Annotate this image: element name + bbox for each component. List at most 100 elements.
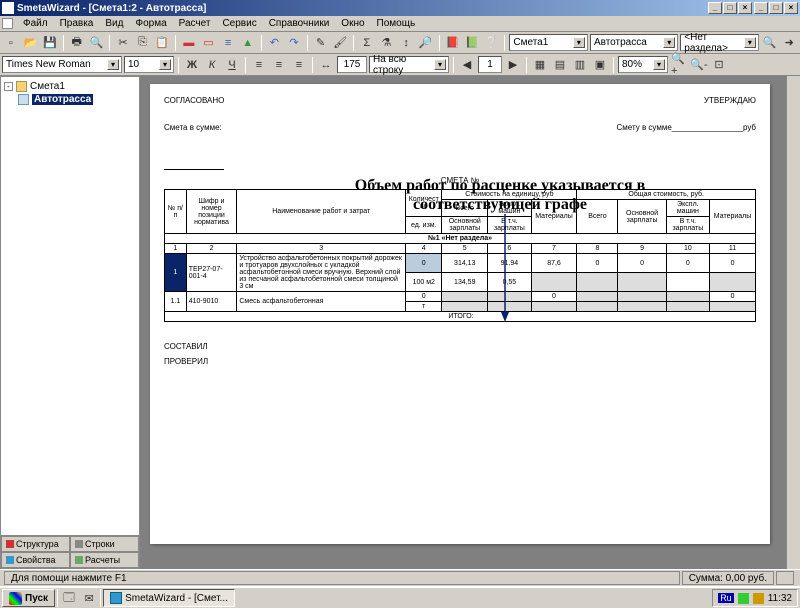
taskbar-app[interactable]: SmetaWizard - [Смет... [103,589,235,607]
cell-c9[interactable]: 0 [618,254,666,273]
goto-icon[interactable]: ➜ [780,34,798,52]
lang-indicator[interactable]: Ru [718,593,734,603]
tab-rows[interactable]: Строки [70,536,139,552]
cell-c8[interactable]: 0 [577,254,618,273]
next-icon[interactable]: ▶ [504,56,522,74]
menu-window[interactable]: Окно [335,17,370,30]
width-input[interactable] [337,56,367,73]
object-combo[interactable]: Автотрасса [590,34,678,51]
open-icon[interactable]: 📂 [22,34,40,52]
preview-icon[interactable]: 🔍 [88,34,106,52]
delete-row-icon[interactable]: ▭ [200,34,218,52]
width-mode-combo[interactable]: На всю строку [369,56,449,73]
underline-button[interactable]: Ч [223,56,241,74]
cell-c11[interactable]: 0 [710,292,756,302]
fontsize-combo[interactable]: 10 [124,56,174,73]
font-combo[interactable]: Times New Roman [2,56,122,73]
menu-edit[interactable]: Правка [54,17,100,30]
cell-unit[interactable]: 100 м2 [406,273,442,292]
clock[interactable]: 11:32 [768,593,792,604]
cell-qty[interactable]: 0 [406,254,442,273]
zoom-out-icon[interactable]: 🔍- [690,56,708,74]
tree-child[interactable]: Автотрасса [18,93,136,106]
dup-row-icon[interactable]: ≡ [219,34,237,52]
tab-props[interactable]: Свойства [1,552,70,568]
cut-icon[interactable]: ✂ [114,34,132,52]
find-icon[interactable]: 🔎 [417,34,435,52]
tray-icon[interactable] [738,593,749,604]
section-combo[interactable]: <Нет раздела> [680,34,759,51]
cell-name[interactable]: Устройство асфальтобетонных покрытий дор… [237,254,406,292]
cell-c5b[interactable]: 134,59 [442,273,488,292]
cell-code[interactable]: 410-9010 [186,292,237,312]
cell-qty[interactable]: 0 [406,292,442,302]
mdi-max[interactable]: □ [723,2,737,14]
cell-c7[interactable]: 0 [531,292,577,302]
cell-code[interactable]: ТЕР27-07-001-4 [186,254,237,292]
minimize-button[interactable]: _ [754,2,768,14]
help-icon[interactable]: ❔ [483,34,501,52]
sort-icon[interactable]: ↕ [397,34,415,52]
copy-icon[interactable]: ⎘ [134,34,152,52]
vertical-scrollbar[interactable] [786,76,800,569]
start-button[interactable]: Пуск [2,589,55,607]
document-area[interactable]: СОГЛАСОВАНО УТВЕРЖДАЮ Смета в сумме: Сме… [140,76,786,569]
cell-n[interactable]: 1 [165,254,187,292]
width-icon[interactable]: ↔ [317,56,335,74]
cell-unit[interactable]: т [406,302,442,312]
tab-structure[interactable]: Структура [1,536,70,552]
search-ref-icon[interactable]: 🔍 [761,34,779,52]
new-icon[interactable]: ▫ [2,34,20,52]
page-input[interactable] [478,56,502,73]
zoom-fit-icon[interactable]: ⊡ [710,56,728,74]
close-button[interactable]: × [784,2,798,14]
mdi-close[interactable]: × [738,2,752,14]
grid1-icon[interactable]: ▦ [531,56,549,74]
tree-expand-icon[interactable]: - [4,82,13,91]
redo-icon[interactable]: ↷ [285,34,303,52]
estimate-combo[interactable]: Смета1 [509,34,588,51]
grid4-icon[interactable]: ▣ [591,56,609,74]
format-icon[interactable]: 🖌 [331,34,349,52]
cell-c10[interactable]: 0 [666,254,709,273]
menu-file[interactable]: Файл [17,17,54,30]
menu-form[interactable]: Форма [129,17,172,30]
menu-help[interactable]: Помощь [371,17,422,30]
align-center-icon[interactable]: ≡ [270,56,288,74]
maximize-button[interactable]: □ [769,2,783,14]
cell-c5[interactable]: 314,13 [442,254,488,273]
calc-icon[interactable]: Σ [358,34,376,52]
quicklaunch-icon2[interactable]: ✉ [80,589,98,607]
menu-refs[interactable]: Справочники [263,17,336,30]
mdi-min[interactable]: _ [708,2,722,14]
cell-c7[interactable]: 87,6 [531,254,577,273]
brush-icon[interactable]: ✎ [312,34,330,52]
menu-view[interactable]: Вид [99,17,129,30]
grid3-icon[interactable]: ▥ [571,56,589,74]
zoom-combo[interactable]: 80% [618,56,668,73]
undo-icon[interactable]: ↶ [266,34,284,52]
menu-service[interactable]: Сервис [216,17,262,30]
paste-icon[interactable]: 📋 [153,34,171,52]
zoom-in-icon[interactable]: 🔍+ [670,56,688,74]
save-icon[interactable]: 💾 [41,34,59,52]
table-row[interactable]: 1.1 410-9010 Смесь асфальтобетонная 0 0 … [165,292,756,302]
italic-button[interactable]: К [203,56,221,74]
tab-calcs[interactable]: Расчеты [70,552,139,568]
print-icon[interactable]: 🖶 [68,34,86,52]
prev-icon[interactable]: ◀ [458,56,476,74]
tree-root[interactable]: - Смета1 [4,80,136,93]
grid2-icon[interactable]: ▤ [551,56,569,74]
tray-icon2[interactable] [753,593,764,604]
cell-c11[interactable]: 0 [710,254,756,273]
filter-icon[interactable]: ⚗ [378,34,396,52]
cell-name[interactable]: Смесь асфальтобетонная [237,292,406,312]
align-left-icon[interactable]: ≡ [250,56,268,74]
menu-calc[interactable]: Расчет [173,17,217,30]
ref-icon[interactable]: 📗 [463,34,481,52]
table-row[interactable]: 1 ТЕР27-07-001-4 Устройство асфальтобето… [165,254,756,273]
book-icon[interactable]: 📕 [444,34,462,52]
align-right-icon[interactable]: ≡ [290,56,308,74]
row-up-icon[interactable]: ▲ [239,34,257,52]
cell-n[interactable]: 1.1 [165,292,187,312]
